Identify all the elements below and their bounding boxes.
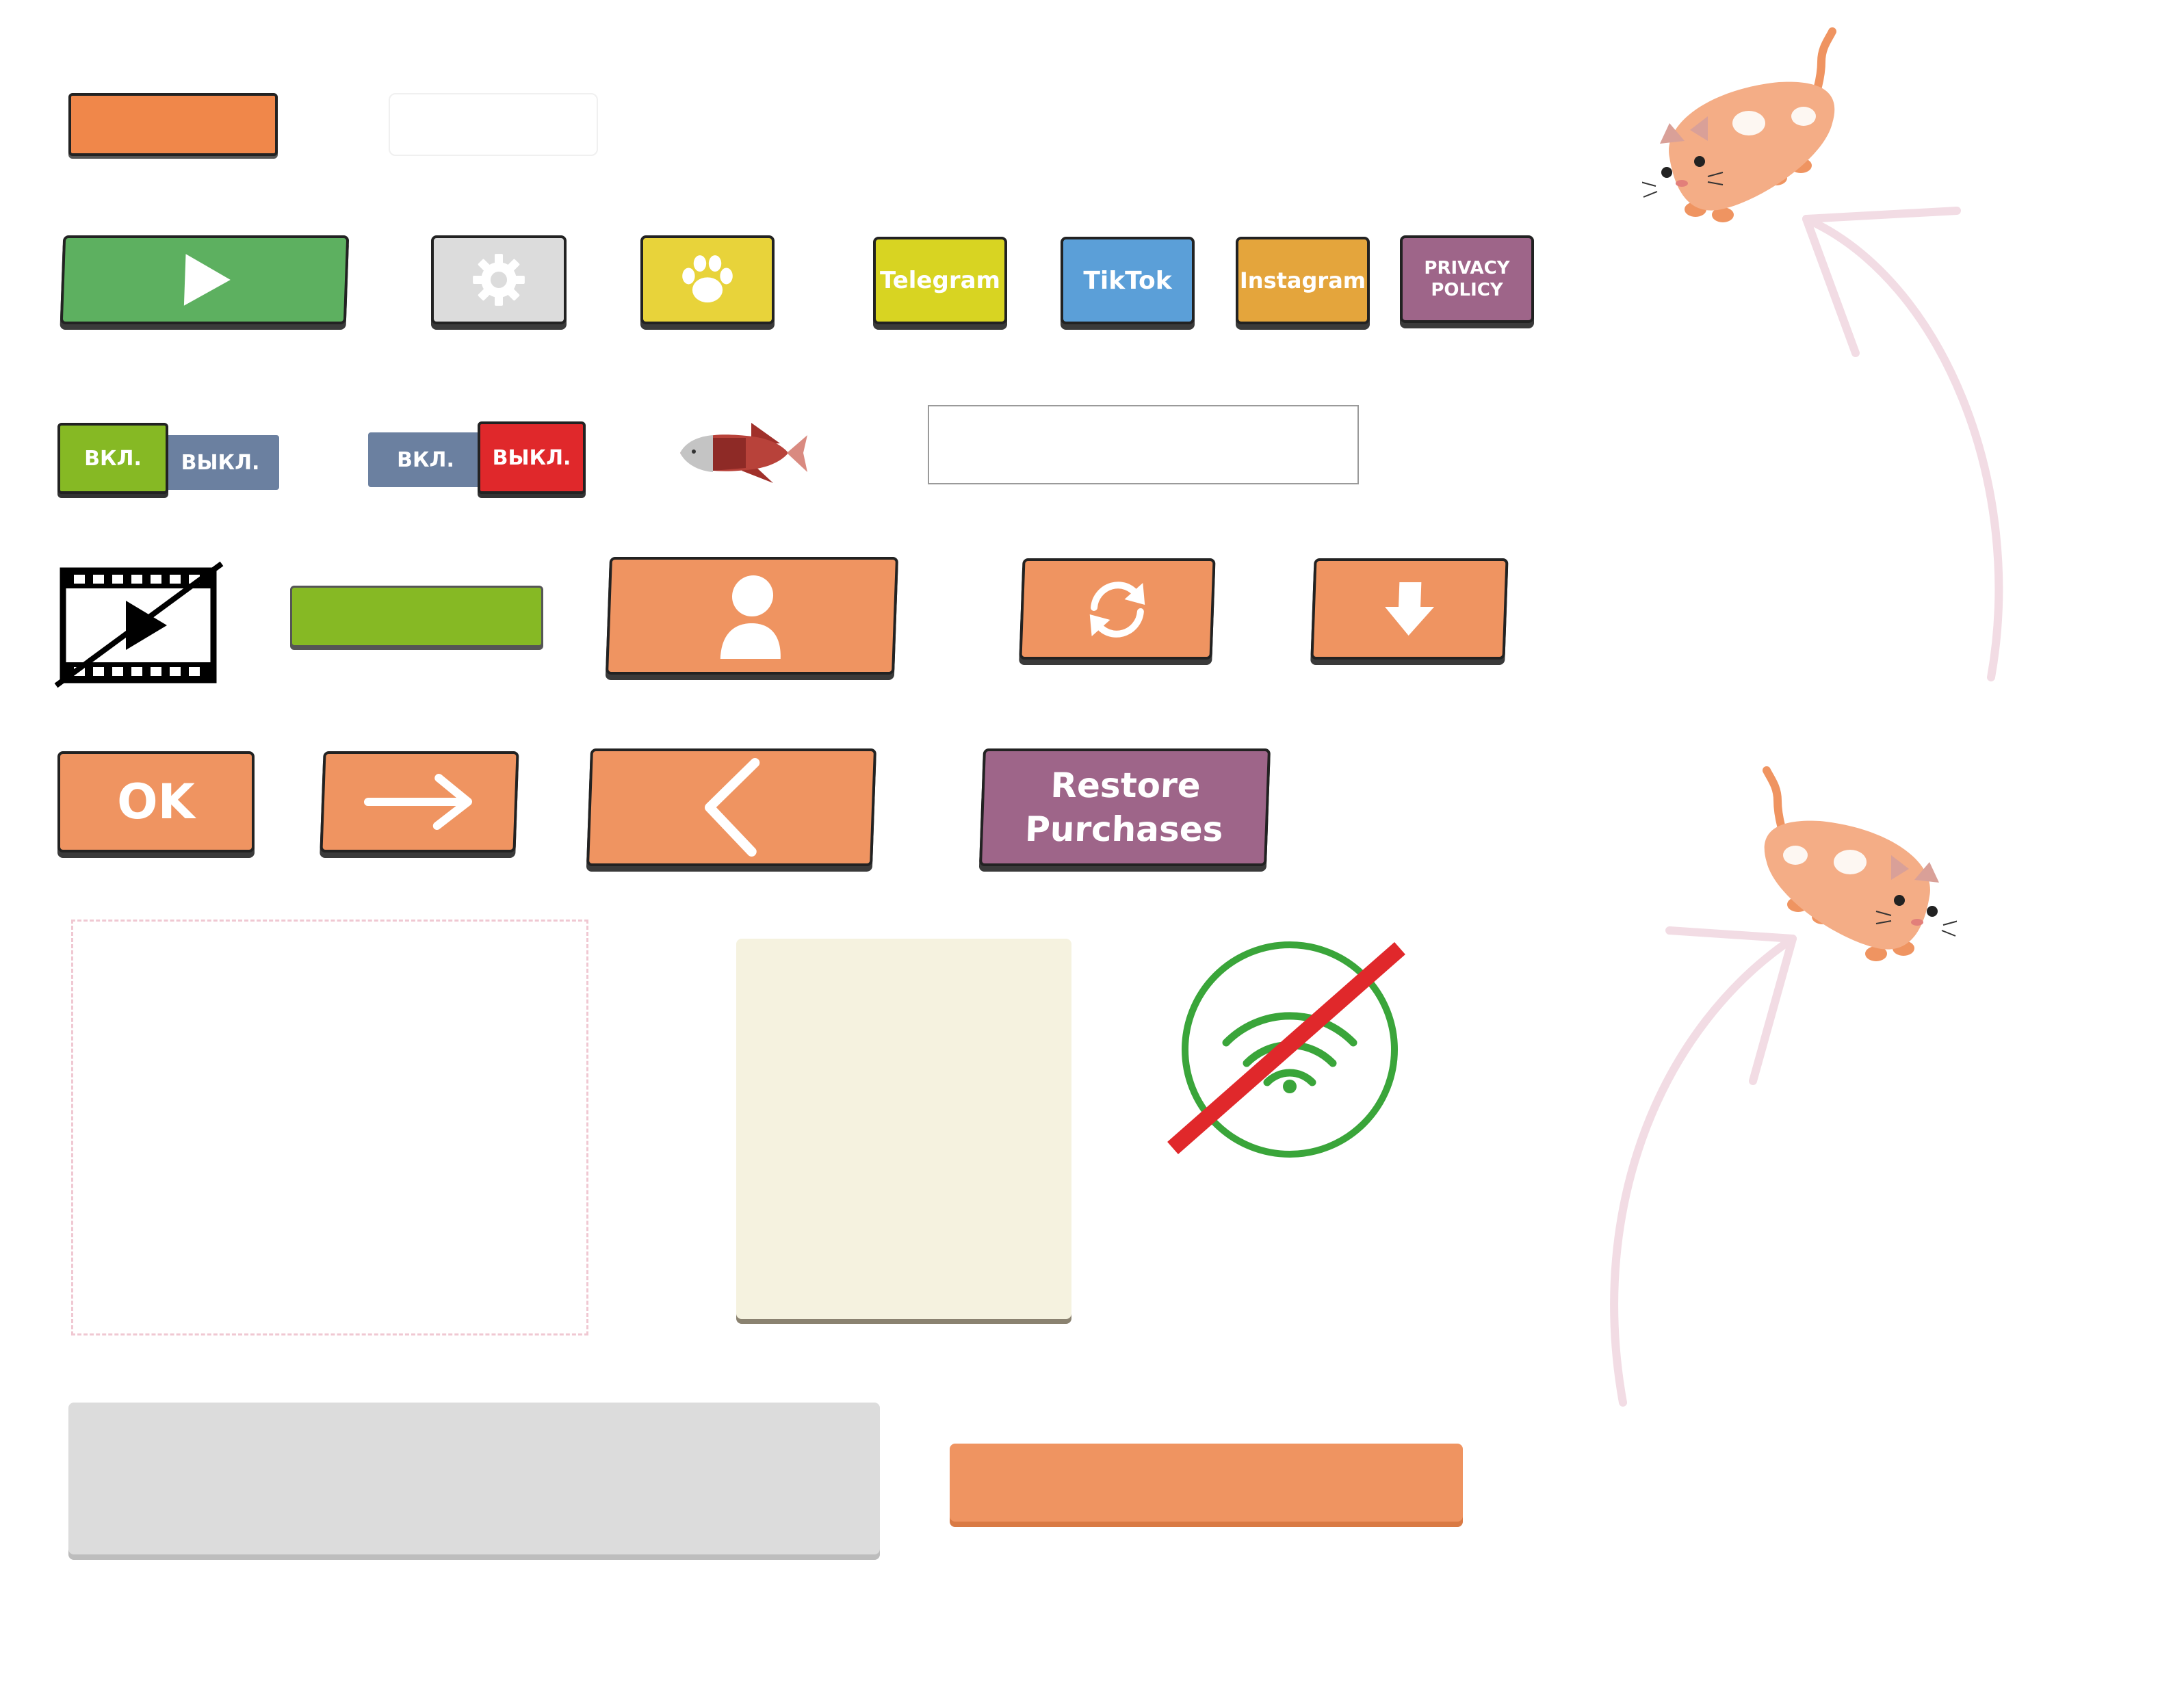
privacy-policy-button[interactable]: PRIVACY POLICY	[1400, 235, 1534, 323]
toggle-off-segment-active[interactable]: ВЫКЛ.	[478, 421, 586, 494]
profile-button[interactable]	[605, 557, 899, 675]
ok-button[interactable]: OK	[57, 751, 255, 852]
toggle-on-segment-inactive[interactable]: ВКЛ.	[368, 432, 483, 487]
tiktok-label: TikTok	[1083, 266, 1172, 295]
curved-arrow-top	[1802, 207, 2003, 681]
dashed-drop-area	[71, 920, 588, 1335]
wifi-off-icon	[1167, 941, 1405, 1158]
orange-wide-button[interactable]	[950, 1444, 1463, 1522]
download-button[interactable]	[1310, 558, 1509, 660]
toggle-off-label: ВЫКЛ.	[181, 450, 260, 475]
refresh-icon	[1089, 582, 1145, 638]
play-icon	[183, 254, 231, 306]
telegram-button[interactable]: Telegram	[873, 237, 1007, 324]
blank-panel	[389, 93, 598, 156]
gray-panel	[68, 1403, 880, 1554]
instagram-button[interactable]: Instagram	[1236, 237, 1370, 324]
settings-button[interactable]	[431, 235, 567, 324]
toggle-on-label: ВКЛ.	[84, 446, 142, 471]
toggle-on-state[interactable]: ВЫКЛ. ВКЛ.	[57, 423, 283, 497]
privacy-label-line1: PRIVACY	[1424, 258, 1510, 278]
gear-icon	[473, 254, 525, 306]
text-input-box[interactable]	[928, 405, 1359, 484]
telegram-label: Telegram	[880, 267, 1000, 294]
chevron-left-icon	[704, 758, 760, 857]
toggle-off-segment[interactable]: ВЫКЛ.	[161, 435, 279, 490]
download-arrow-icon	[1385, 582, 1435, 636]
fish-icon	[680, 423, 807, 483]
toggle-on-segment[interactable]: ВКЛ.	[57, 423, 168, 494]
cream-card	[736, 939, 1071, 1319]
toggle-on-label-inactive: ВКЛ.	[397, 447, 454, 472]
privacy-label-line2: POLICY	[1431, 280, 1503, 300]
restore-purchases-button[interactable]: Restore Purchases	[978, 748, 1271, 866]
play-button[interactable]	[60, 235, 350, 324]
paw-button[interactable]	[640, 235, 775, 324]
green-progress-bar	[290, 586, 543, 647]
paw-icon	[682, 255, 733, 303]
arrow-right-icon	[363, 774, 473, 830]
tiktok-button[interactable]: TikTok	[1061, 237, 1195, 324]
ok-label: OK	[117, 774, 195, 830]
instagram-label: Instagram	[1239, 268, 1366, 294]
restore-label-line2: Purchases	[1024, 809, 1224, 849]
restore-label-line1: Restore	[1050, 766, 1201, 805]
back-button[interactable]	[586, 748, 877, 866]
user-icon	[720, 575, 781, 659]
curved-arrow-bottom	[1610, 926, 1797, 1407]
toggle-off-state[interactable]: ВКЛ. ВЫКЛ.	[368, 421, 590, 498]
refresh-button[interactable]	[1019, 558, 1216, 660]
orange-bar-button[interactable]	[68, 93, 278, 156]
next-button[interactable]	[320, 751, 519, 852]
video-off-icon	[54, 561, 224, 688]
toggle-off-label-active: ВЫКЛ.	[492, 445, 571, 470]
